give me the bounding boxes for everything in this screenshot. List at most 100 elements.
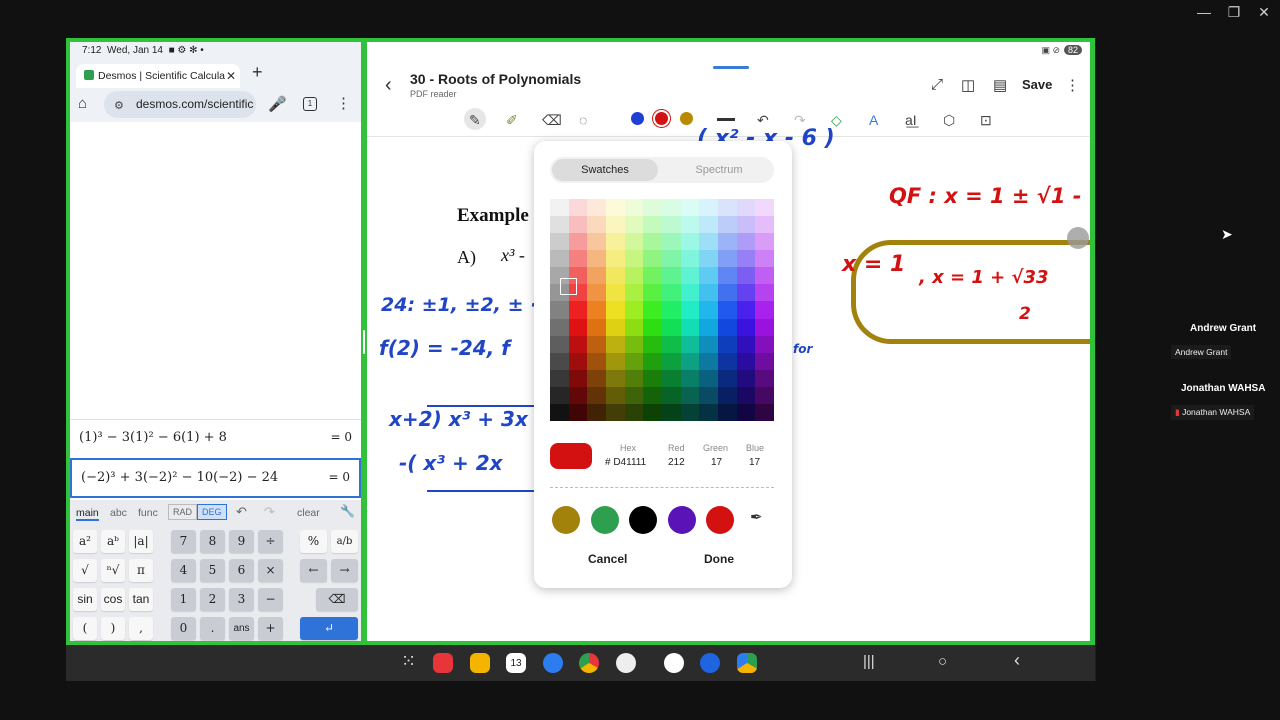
tab-close-icon[interactable]: ✕ <box>226 64 236 88</box>
key-tan[interactable]: tan <box>129 588 153 611</box>
swatch-cell[interactable] <box>736 199 756 217</box>
swatch-cell[interactable] <box>662 199 682 217</box>
kb-tab-func[interactable]: func <box>138 507 158 519</box>
page-view-icon[interactable]: ▤ <box>993 76 1007 94</box>
swatch-cell[interactable] <box>624 267 644 285</box>
new-tab-icon[interactable]: + <box>252 62 263 83</box>
key-sqrt[interactable]: √ <box>73 559 97 582</box>
swatch-cell[interactable] <box>643 284 663 302</box>
swatch-cell[interactable] <box>587 233 607 251</box>
swatch-grid[interactable] <box>550 199 775 422</box>
swatch-cell[interactable] <box>643 369 663 388</box>
close-window-button[interactable]: ✕ <box>1249 4 1279 21</box>
clear-button[interactable]: clear <box>297 507 320 519</box>
window-handle-icon[interactable] <box>713 66 749 69</box>
key-square[interactable]: a² <box>73 530 97 553</box>
swatch-cell[interactable] <box>643 301 663 320</box>
minimize-button[interactable]: — <box>1189 4 1219 20</box>
lasso-icon[interactable]: ◌ <box>579 112 587 128</box>
swatch-cell[interactable] <box>606 318 626 337</box>
eyedropper-icon[interactable]: ✒ <box>750 508 763 526</box>
swatch-cell[interactable] <box>568 216 588 234</box>
swatch-cell[interactable] <box>662 318 682 337</box>
key-pi[interactable]: π <box>129 559 153 582</box>
key-percent[interactable]: % <box>300 530 327 553</box>
swatch-cell[interactable] <box>568 369 588 388</box>
save-button[interactable]: Save <box>1022 77 1052 92</box>
swatch-cell[interactable] <box>568 301 588 320</box>
swatch-cell[interactable] <box>587 318 607 337</box>
preset-color-green[interactable] <box>591 506 619 534</box>
key-nroot[interactable]: ⁿ√ <box>101 559 125 582</box>
swatch-cell[interactable] <box>718 301 738 320</box>
wrench-icon[interactable]: 🔧 <box>340 504 355 518</box>
swatch-cell[interactable] <box>755 335 775 354</box>
scroll-handle-icon[interactable] <box>1067 227 1089 249</box>
swatch-cell[interactable] <box>550 301 570 320</box>
swatch-cell[interactable] <box>624 233 644 251</box>
swatch-cell[interactable] <box>718 284 738 302</box>
swatch-cell[interactable] <box>550 250 570 268</box>
key-9[interactable]: 9 <box>229 530 254 553</box>
swatch-cell[interactable] <box>624 216 644 234</box>
swatch-cell[interactable] <box>643 335 663 354</box>
insert-icon[interactable]: ⊡ <box>980 112 992 129</box>
swatch-cell[interactable] <box>699 318 719 337</box>
swatch-cell[interactable] <box>718 352 738 371</box>
swatch-cell[interactable] <box>606 335 626 354</box>
swatch-cell[interactable] <box>587 267 607 285</box>
swatch-cell[interactable] <box>624 301 644 320</box>
swatch-cell[interactable] <box>550 199 570 217</box>
done-button[interactable]: Done <box>704 552 734 566</box>
key-power[interactable]: aᵇ <box>101 530 125 553</box>
deg-toggle[interactable]: DEG <box>197 504 227 520</box>
swatch-cell[interactable] <box>662 369 682 388</box>
swatch-cell[interactable] <box>680 335 700 354</box>
app-drawer-icon[interactable]: ⁙ <box>401 651 416 672</box>
color-blue-dot[interactable] <box>631 112 644 125</box>
swatch-cell[interactable] <box>755 318 775 337</box>
swatch-cell[interactable] <box>643 216 663 234</box>
swatch-cell[interactable] <box>624 318 644 337</box>
swatch-cell[interactable] <box>718 199 738 217</box>
preset-color-gold[interactable] <box>552 506 580 534</box>
swatch-cell[interactable] <box>587 386 607 405</box>
swatch-cell[interactable] <box>680 386 700 405</box>
key-abs[interactable]: |a| <box>129 530 153 553</box>
preset-color-purple[interactable] <box>668 506 696 534</box>
key-2[interactable]: 2 <box>200 588 225 611</box>
swatch-cell[interactable] <box>680 250 700 268</box>
swatch-cell[interactable] <box>662 267 682 285</box>
more-options-icon[interactable]: ⋮ <box>1065 76 1080 94</box>
text-box-icon[interactable]: a͟I <box>905 112 917 128</box>
swatch-cell[interactable] <box>606 199 626 217</box>
preset-color-red[interactable] <box>706 506 734 534</box>
app-calendar-icon[interactable]: 13 <box>506 653 526 673</box>
key-divide[interactable]: ÷ <box>258 530 283 553</box>
swatch-cell[interactable] <box>736 403 756 422</box>
swatch-cell[interactable] <box>680 301 700 320</box>
back-button-icon[interactable]: ‹ <box>1014 650 1020 671</box>
swatch-cell[interactable] <box>568 386 588 405</box>
swatch-cell[interactable] <box>680 403 700 422</box>
key-left-paren[interactable]: ( <box>73 617 97 640</box>
shapes-icon[interactable]: ⬡ <box>943 112 955 129</box>
swatch-cell[interactable] <box>699 369 719 388</box>
swatch-cell[interactable] <box>550 352 570 371</box>
swatch-cell[interactable] <box>606 352 626 371</box>
swatch-cell[interactable] <box>718 267 738 285</box>
key-6[interactable]: 6 <box>229 559 254 582</box>
key-5[interactable]: 5 <box>200 559 225 582</box>
swatch-cell[interactable] <box>718 216 738 234</box>
swatch-cell[interactable] <box>662 284 682 302</box>
swatch-cell[interactable] <box>568 233 588 251</box>
swatch-cell[interactable] <box>587 199 607 217</box>
swatch-cell[interactable] <box>718 403 738 422</box>
key-backspace[interactable]: ⌫ <box>316 588 358 611</box>
app-messages-icon[interactable] <box>543 653 563 673</box>
key-plus[interactable]: + <box>258 617 283 640</box>
key-cos[interactable]: cos <box>101 588 125 611</box>
app-camera-icon[interactable] <box>616 653 636 673</box>
swatch-cell[interactable] <box>624 335 644 354</box>
tab-spectrum[interactable]: Spectrum <box>666 159 772 181</box>
